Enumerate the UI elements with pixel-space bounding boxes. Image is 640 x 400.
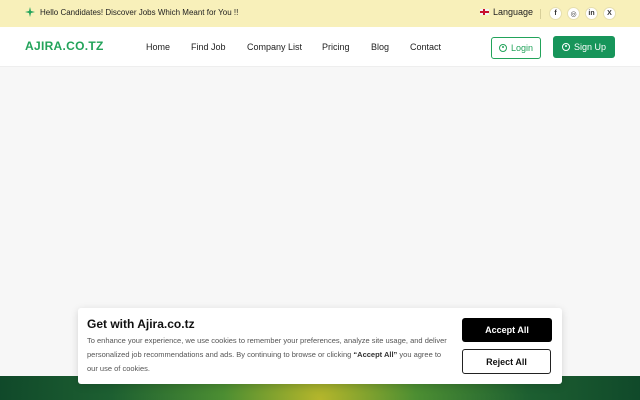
sparkle-icon: [25, 7, 35, 17]
nav-find-job[interactable]: Find Job: [191, 42, 226, 52]
user-icon: [561, 43, 570, 51]
nav-contact[interactable]: Contact: [410, 42, 441, 52]
cookie-text-emphasis: “Accept All”: [353, 350, 398, 359]
promo-message: Hello Candidates! Discover Jobs Which Me…: [25, 7, 238, 17]
nav-company-list[interactable]: Company List: [247, 42, 302, 52]
site-logo[interactable]: AJIRA.CO.TZ: [25, 39, 104, 53]
signup-label: Sign Up: [573, 42, 607, 52]
nav-pricing[interactable]: Pricing: [322, 42, 350, 52]
login-label: Login: [510, 43, 534, 53]
cookie-title: Get with Ajira.co.tz: [87, 317, 195, 331]
nav-home[interactable]: Home: [146, 42, 170, 52]
accept-all-button[interactable]: Accept All: [462, 318, 552, 342]
language-label: Language: [493, 7, 534, 17]
user-icon: [498, 44, 507, 52]
cookie-consent-dialog: Get with Ajira.co.tz To enhance your exp…: [78, 308, 562, 384]
topbar-divider: [540, 9, 541, 19]
reject-all-button[interactable]: Reject All: [462, 349, 551, 374]
x-icon[interactable]: X: [603, 7, 616, 20]
login-button[interactable]: Login: [491, 37, 541, 59]
nav-blog[interactable]: Blog: [371, 42, 389, 52]
promo-text: Hello Candidates! Discover Jobs Which Me…: [40, 7, 239, 17]
cookie-description: To enhance your experience, we use cooki…: [87, 334, 453, 376]
uk-flag-icon: [480, 9, 489, 15]
facebook-icon[interactable]: f: [549, 7, 562, 20]
instagram-icon[interactable]: ◎: [567, 7, 580, 20]
linkedin-icon[interactable]: in: [585, 7, 598, 20]
signup-button[interactable]: Sign Up: [553, 36, 615, 58]
language-selector[interactable]: Language: [480, 7, 533, 17]
main-navbar: AJIRA.CO.TZ Home Find Job Company List P…: [0, 27, 640, 67]
top-announcement-bar: Hello Candidates! Discover Jobs Which Me…: [0, 0, 640, 27]
